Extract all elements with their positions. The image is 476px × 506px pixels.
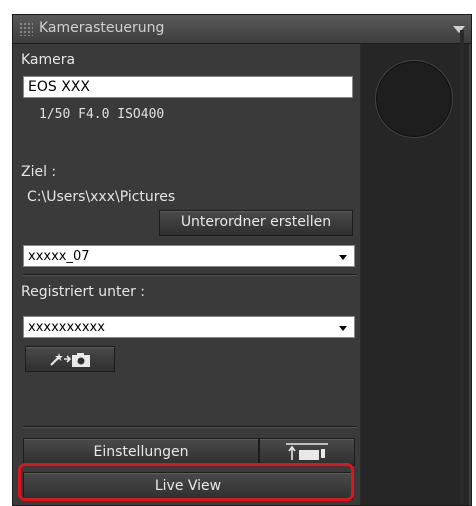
exposure-readout: 1/50 F4.0 ISO400 <box>39 107 165 122</box>
title-bar[interactable]: Kamerasteuerung <box>13 15 471 44</box>
window-title: Kamerasteuerung <box>39 20 165 36</box>
registered-under-select[interactable]: xxxxxxxxxx <box>23 316 355 338</box>
destination-path: C:\Users\xxx\Pictures <box>27 189 176 205</box>
registered-under-label: Registriert unter : <box>21 284 145 300</box>
create-subfolder-button[interactable]: Unterordner erstellen <box>159 210 353 236</box>
grip-icon[interactable] <box>19 22 33 36</box>
destination-label: Ziel : <box>21 164 57 180</box>
camera-section-label: Kamera <box>21 52 76 68</box>
folder-select-value: xxxxx_07 <box>28 249 90 264</box>
transfer-to-camera-button[interactable] <box>25 346 115 372</box>
camera-model-field[interactable]: EOS XXX <box>23 76 353 98</box>
settings-button[interactable]: Einstellungen <box>23 438 259 466</box>
folder-select[interactable]: xxxxx_07 <box>23 245 355 267</box>
wand-to-camera-icon <box>50 353 90 367</box>
divider <box>23 426 357 428</box>
upload-camera-icon <box>286 443 328 460</box>
live-view-highlight <box>18 463 354 501</box>
registered-under-value: xxxxxxxxxx <box>28 320 105 335</box>
upload-to-camera-button[interactable] <box>259 438 355 466</box>
camera-control-window: Kamerasteuerung Kamera EOS XXX 1/50 F4.0… <box>12 14 472 506</box>
control-panel: Kamera EOS XXX 1/50 F4.0 ISO400 Ziel : C… <box>13 44 361 505</box>
divider <box>23 274 357 276</box>
shutter-dial[interactable] <box>375 60 453 138</box>
chevron-down-icon[interactable] <box>339 326 347 331</box>
side-panel <box>361 44 469 505</box>
window-edge <box>460 30 464 504</box>
chevron-down-icon[interactable] <box>339 255 347 260</box>
